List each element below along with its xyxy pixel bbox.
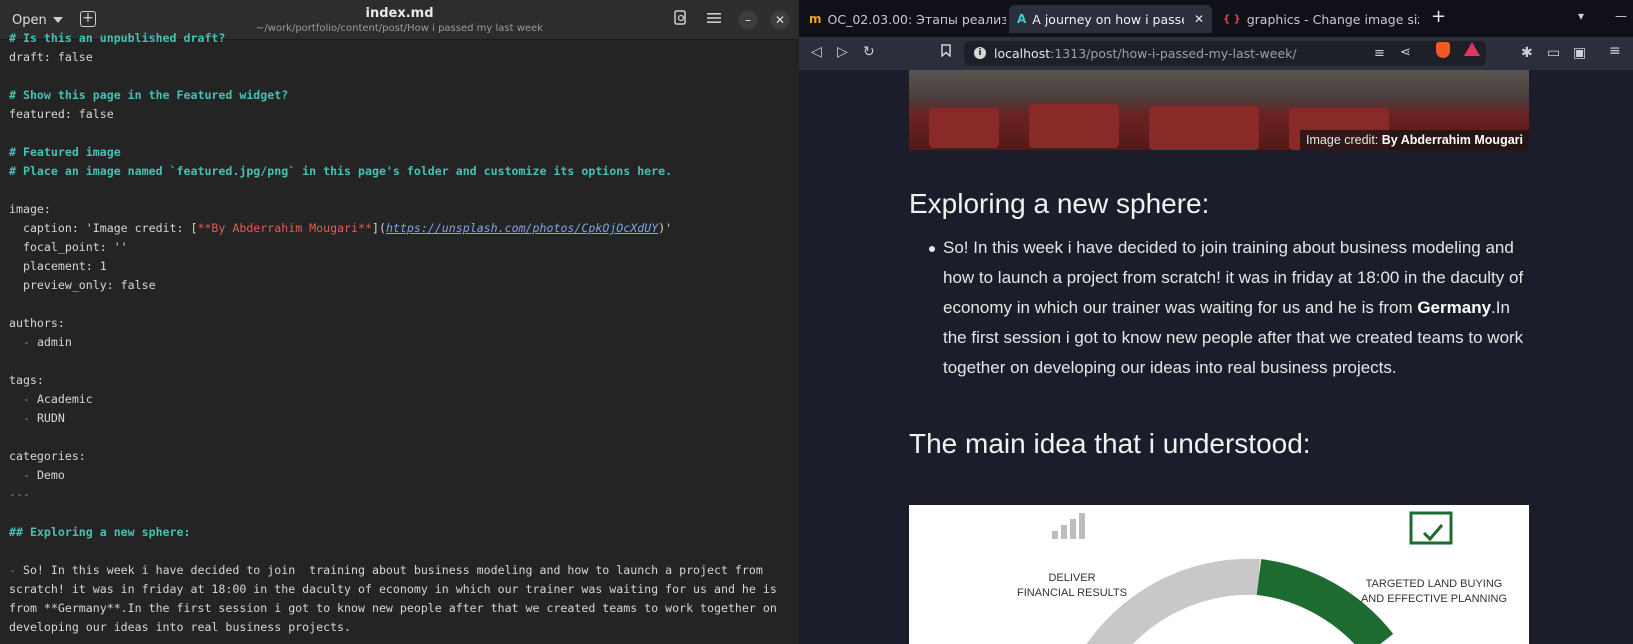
tab-strip: m OC_02.03.00: Этапы реализа A A journey… [799, 0, 1633, 37]
code-line: image: [9, 202, 51, 216]
hamburger-menu-icon[interactable] [704, 10, 724, 30]
code-line: featured: false [9, 107, 114, 121]
para-bold: Germany [1417, 298, 1492, 317]
diagram-graphic [1052, 511, 1453, 644]
code-line: from **Germany**.In the first session i … [9, 601, 777, 615]
url-path: :1313/post/how-i-passed-my-last-week/ [1050, 46, 1297, 61]
tab-label: OC_02.03.00: Этапы реализа [827, 11, 1006, 27]
back-icon[interactable]: ◁ [811, 44, 822, 60]
page-content[interactable]: Image credit: By Abderrahim Mougari Expl… [799, 70, 1633, 644]
figure-label: TARGETED LAND BUYING AND EFFECTIVE PLANN… [1360, 578, 1508, 605]
code-line: ## Exploring a new sphere: [9, 525, 191, 539]
list-dash: - [22, 335, 30, 349]
close-icon[interactable]: ✕ [770, 10, 790, 30]
code-line: scratch! it was in friday at 18:00 in th… [9, 582, 777, 596]
code-line: placement: 1 [9, 259, 107, 273]
tab-label: graphics - Change image size [1246, 11, 1419, 27]
document-search-icon[interactable] [671, 10, 691, 30]
code-view[interactable]: # Is this an unpublished draft? draft: f… [0, 31, 799, 644]
code-bold-author: **By Abderrahim Mougari** [197, 221, 372, 235]
list-dash: - [9, 563, 16, 577]
featured-image: Image credit: By Abderrahim Mougari [909, 70, 1529, 150]
extensions-icon[interactable]: ✱ [1521, 45, 1533, 61]
tab-favicon-icon: { } [1223, 13, 1241, 25]
code-line: --- [9, 487, 30, 501]
tab-label: A journey on how i passed my [1032, 11, 1184, 27]
forward-icon[interactable]: ▷ [837, 44, 848, 60]
seat-shape [929, 108, 999, 148]
sidebar-icon[interactable]: ▭ [1547, 45, 1560, 61]
address-bar[interactable]: i localhost:1313/post/how-i-passed-my-la… [964, 41, 1486, 66]
menu-icon[interactable]: ≡ [1609, 43, 1621, 59]
seat-shape [1149, 106, 1259, 150]
section-heading: The main idea that i understood: [909, 428, 1311, 459]
code-line: # Featured image [9, 145, 121, 159]
code-line: # Place an image named `featured.jpg/png… [9, 164, 673, 178]
code-text: )' [658, 221, 673, 235]
code-line-caption: caption: 'Image credit: [**By Abderrahim… [9, 219, 672, 238]
figure-label: DELIVER FINANCIAL RESULTS [1016, 572, 1128, 599]
code-line: # Show this page in the Featured widget? [9, 88, 289, 102]
tab-favicon-icon: A [1017, 12, 1027, 26]
code-line: authors: [9, 316, 65, 330]
reload-icon[interactable]: ↻ [863, 44, 875, 60]
bullet-dot [929, 246, 935, 252]
minimize-icon[interactable]: – [738, 10, 758, 30]
diagram-image: DELIVER FINANCIAL RESULTS TARGETED LAND … [909, 505, 1529, 644]
code-line: - Academic [9, 390, 93, 409]
site-info-icon[interactable]: i [974, 47, 986, 59]
code-line: - So! In this week i have decided to joi… [9, 561, 763, 580]
code-text: ]( [371, 221, 386, 235]
code-link[interactable]: https://unsplash.com/photos/CpkOjOcXdUY [386, 221, 658, 235]
share-icon[interactable]: ⋖ [1400, 45, 1411, 60]
seat-shape [1029, 104, 1119, 148]
image-caption: Image credit: By Abderrahim Mougari [1300, 130, 1529, 150]
caption-author[interactable]: By Abderrahim Mougari [1382, 133, 1523, 147]
bookmark-icon[interactable] [941, 44, 951, 61]
bullet-paragraph: So! In this week i have decided to join … [943, 233, 1529, 383]
tab-close-icon[interactable]: ✕ [1194, 12, 1204, 26]
code-line: tags: [9, 373, 44, 387]
tab-favicon-icon: m [809, 12, 822, 26]
list-dash: - [22, 468, 30, 482]
code-line: developing our ideas into real business … [9, 620, 352, 634]
text-editor-window: Open + index.md ~/work/portfolio/content… [0, 0, 799, 644]
browser-window: m OC_02.03.00: Этапы реализа A A journey… [799, 0, 1633, 644]
code-line: focal_point: '' [9, 240, 128, 254]
code-line: draft: false [9, 50, 93, 64]
code-line: categories: [9, 449, 86, 463]
reader-mode-icon[interactable]: ≡ [1374, 46, 1385, 61]
code-text: Academic [36, 392, 93, 406]
tab-graphics[interactable]: { } graphics - Change image size [1215, 5, 1419, 33]
tab-journey[interactable]: A A journey on how i passed my ✕ [1009, 5, 1212, 33]
code-text: admin [36, 335, 72, 349]
code-line: - admin [9, 333, 72, 352]
minimize-icon[interactable]: — [1615, 9, 1627, 23]
code-text: Demo [36, 468, 65, 482]
list-dash: - [22, 392, 30, 406]
code-line: - RUDN [9, 409, 65, 428]
chevron-down-icon[interactable]: ▾ [1578, 9, 1584, 23]
code-text: So! In this week i have decided to join … [15, 563, 763, 577]
list-dash: - [22, 411, 30, 425]
code-text: caption: 'Image credit: [ [9, 221, 198, 235]
wallet-icon[interactable]: ▣ [1573, 45, 1586, 61]
url-text: localhost:1313/post/how-i-passed-my-last… [994, 46, 1297, 61]
code-text: RUDN [36, 411, 65, 425]
code-line: # Is this an unpublished draft? [9, 31, 226, 45]
code-line: - Demo [9, 466, 65, 485]
brave-shields-icon[interactable] [1436, 42, 1450, 58]
url-host: localhost [994, 46, 1051, 61]
tab-oc[interactable]: m OC_02.03.00: Этапы реализа [801, 5, 1006, 33]
section-heading: Exploring a new sphere: [909, 188, 1210, 219]
caption-prefix: Image credit: [1306, 133, 1382, 147]
brave-rewards-icon[interactable] [1464, 42, 1480, 56]
code-line: preview_only: false [9, 278, 156, 292]
navigation-bar: ◁ ▷ ↻ i localhost:1313/post/how-i-passed… [799, 37, 1633, 70]
new-tab-icon[interactable]: + [1431, 6, 1446, 27]
